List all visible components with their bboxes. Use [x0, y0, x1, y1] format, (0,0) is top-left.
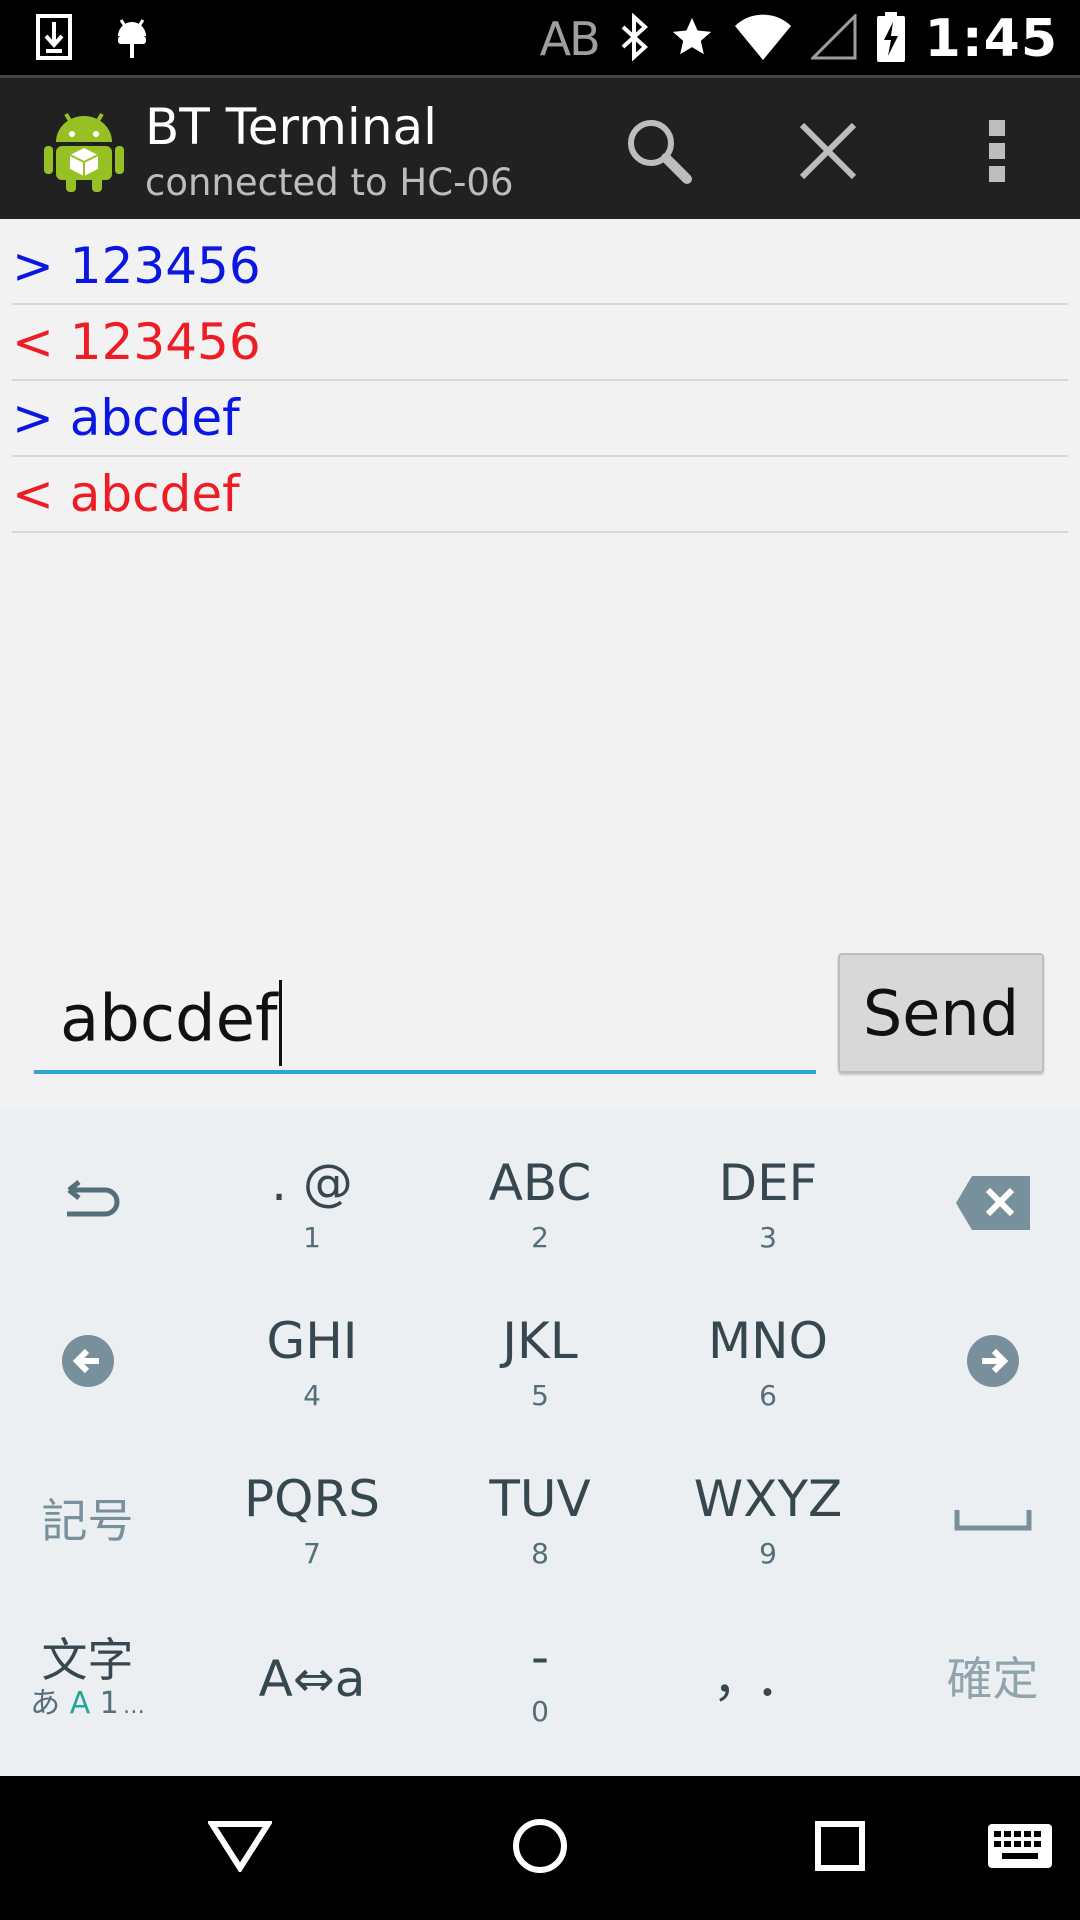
punctuation-key[interactable]: ，． [658, 1600, 878, 1758]
key-6[interactable]: MNO 6 [658, 1284, 878, 1442]
key-label: GHI [266, 1312, 358, 1370]
key-7[interactable]: PQRS 7 [202, 1442, 422, 1600]
battery-charging-icon [876, 12, 905, 66]
key-label: . @ [271, 1154, 353, 1212]
mode-alpha: A [69, 1685, 91, 1721]
case-toggle-key[interactable]: A⇔a [202, 1600, 422, 1758]
app-icon [44, 106, 124, 194]
app-title: BT Terminal [145, 98, 438, 156]
key-number: 8 [531, 1537, 549, 1570]
key-number: 3 [759, 1221, 777, 1254]
close-icon [798, 121, 858, 185]
key-label: ，． [712, 1650, 824, 1708]
keyboard-switch-button[interactable] [980, 1808, 1060, 1888]
input-mode-options: あ A 1… [30, 1686, 145, 1725]
key-label: ABC [488, 1154, 592, 1212]
undo-key[interactable] [0, 1126, 175, 1284]
terminal-content: > 123456 < 123456 > abcdef < abcdef abcd… [0, 219, 1080, 1109]
mode-more: … [122, 1693, 145, 1719]
home-button[interactable] [500, 1808, 580, 1888]
status-bar: AB 1:45 [0, 0, 1080, 75]
bluetooth-icon [619, 12, 649, 65]
mode-hiragana: あ [30, 1685, 61, 1721]
soft-keyboard: . @ 1 ABC 2 DEF 3 GHI 4 JKL 5 MNO 6 記号 P… [0, 1109, 1080, 1776]
key-label: WXYZ [693, 1470, 843, 1528]
signal-icon [809, 12, 857, 64]
overflow-menu-button[interactable] [952, 108, 1042, 198]
key-number: 6 [759, 1379, 777, 1412]
input-mode-key[interactable]: 文字 あ A 1… [0, 1600, 175, 1758]
recents-button[interactable] [800, 1808, 880, 1888]
key-5[interactable]: JKL 5 [430, 1284, 650, 1442]
key-number: 5 [531, 1379, 549, 1412]
action-bar: BT Terminal connected to HC-06 [0, 75, 1080, 219]
back-button[interactable] [200, 1808, 280, 1888]
key-label: 文字 [41, 1632, 134, 1687]
key-label: PQRS [244, 1470, 380, 1528]
cursor-left-key[interactable] [0, 1284, 175, 1442]
key-number: 0 [531, 1695, 549, 1728]
key-number: 7 [303, 1537, 321, 1570]
disconnect-button[interactable] [783, 108, 873, 198]
key-number: 2 [531, 1221, 549, 1254]
keyboard-icon [988, 1824, 1052, 1872]
star-icon [669, 14, 715, 64]
arrow-left-icon [61, 1334, 115, 1392]
symbols-key[interactable]: 記号 [0, 1442, 175, 1600]
key-number: 4 [303, 1379, 321, 1412]
key-label: MNO [708, 1312, 828, 1370]
key-4[interactable]: GHI 4 [202, 1284, 422, 1442]
key-2[interactable]: ABC 2 [430, 1126, 650, 1284]
log-entry-sent: > abcdef [12, 381, 1068, 457]
ab-indicator: AB [539, 12, 601, 66]
arrow-right-icon [966, 1334, 1020, 1392]
key-1[interactable]: . @ 1 [202, 1126, 422, 1284]
backspace-icon [954, 1174, 1032, 1236]
text-caret [278, 980, 282, 1066]
clock: 1:45 [924, 9, 1058, 69]
key-number: 9 [759, 1537, 777, 1570]
undo-icon [55, 1180, 121, 1230]
cursor-right-key[interactable] [905, 1284, 1080, 1442]
log-entry-sent: > 123456 [12, 229, 1068, 305]
home-icon [512, 1818, 568, 1878]
android-debug-icon [112, 14, 152, 64]
key-label: 確定 [946, 1652, 1039, 1706]
search-button[interactable] [614, 108, 704, 198]
backspace-key[interactable] [905, 1126, 1080, 1284]
key-number: 1 [303, 1221, 321, 1254]
message-input[interactable]: abcdef [60, 980, 800, 1066]
log-entry-received: < abcdef [12, 457, 1068, 533]
key-label: TUV [489, 1470, 591, 1528]
navigation-bar [0, 1776, 1080, 1920]
message-input-wrap[interactable]: abcdef [34, 954, 816, 1074]
message-log[interactable]: > 123456 < 123456 > abcdef < abcdef [12, 229, 1068, 533]
message-input-value: abcdef [60, 982, 278, 1057]
mode-number: 1 [99, 1685, 119, 1721]
space-icon [954, 1506, 1032, 1536]
key-3[interactable]: DEF 3 [658, 1126, 878, 1284]
key-8[interactable]: TUV 8 [430, 1442, 650, 1600]
log-entry-received: < 123456 [12, 305, 1068, 381]
overflow-menu-icon [987, 118, 1007, 188]
space-key[interactable] [905, 1442, 1080, 1600]
wifi-icon [734, 14, 791, 64]
key-label: JKL [502, 1312, 578, 1370]
back-icon [206, 1820, 274, 1876]
connection-status: connected to HC-06 [145, 161, 514, 204]
key-label: DEF [718, 1154, 818, 1212]
key-label: A⇔a [258, 1650, 366, 1708]
key-9[interactable]: WXYZ 9 [658, 1442, 878, 1600]
key-label: 記号 [41, 1494, 134, 1548]
send-button[interactable]: Send [838, 953, 1044, 1073]
download-icon [36, 14, 72, 64]
confirm-key[interactable]: 確定 [905, 1600, 1080, 1758]
key-0[interactable]: - 0 [430, 1600, 650, 1758]
key-label: - [530, 1628, 550, 1686]
search-icon [623, 115, 695, 191]
recents-icon [815, 1821, 865, 1875]
